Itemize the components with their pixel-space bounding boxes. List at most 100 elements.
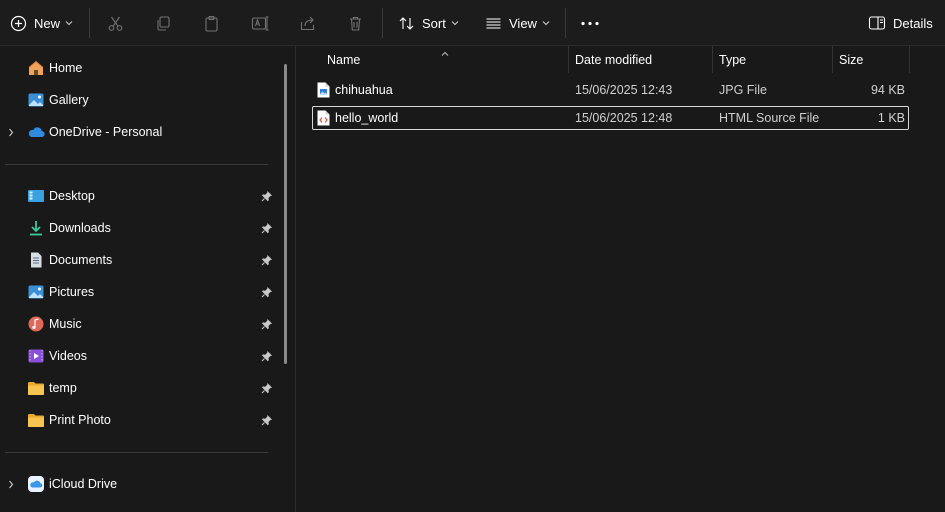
command-bar: New Sort View Details [0, 0, 945, 46]
share-button[interactable] [299, 7, 316, 39]
nav-item-label: Desktop [49, 189, 95, 203]
jpg-file-icon [317, 82, 330, 98]
delete-button[interactable] [347, 7, 364, 39]
file-list: Name Date modified Type Size chihuahua 1… [296, 46, 945, 512]
file-date-modified: 15/06/2025 12:48 [575, 111, 673, 125]
pin-icon[interactable] [261, 286, 273, 298]
nav-item-home[interactable]: Home [0, 52, 283, 84]
trash-icon [347, 15, 364, 32]
nav-item-pictures[interactable]: Pictures [0, 276, 283, 308]
nav-item-label: Print Photo [49, 413, 111, 427]
gallery-icon [27, 91, 45, 109]
column-header-label: Date modified [575, 52, 653, 67]
view-button[interactable]: View [485, 7, 550, 39]
column-header-size[interactable]: Size [839, 46, 863, 73]
chevron-down-icon [65, 20, 73, 26]
file-row-chihuahua[interactable]: chihuahua 15/06/2025 12:43 JPG File 94 K… [312, 78, 909, 102]
column-header-label: Type [719, 52, 747, 67]
pin-icon[interactable] [261, 190, 273, 202]
nav-item-label: iCloud Drive [49, 477, 118, 491]
more-horizontal-icon [580, 15, 600, 32]
nav-item-label: Documents [49, 253, 113, 267]
nav-item-icloud-drive[interactable]: iCloud Drive [0, 468, 283, 500]
rename-icon [251, 15, 269, 32]
sort-button-label: Sort [422, 15, 446, 31]
home-icon [27, 59, 45, 77]
column-header-date-modified[interactable]: Date modified [575, 46, 652, 73]
pin-icon[interactable] [261, 254, 273, 266]
nav-item-gallery[interactable]: Gallery [0, 84, 283, 116]
nav-item-print-photo[interactable]: Print Photo [0, 404, 283, 436]
file-size: 1 KB [877, 111, 905, 125]
column-header-label: Size [839, 52, 864, 67]
rename-button[interactable] [251, 7, 269, 39]
desktop-icon [27, 187, 45, 205]
column-separator[interactable] [712, 46, 713, 73]
pin-icon[interactable] [261, 222, 273, 234]
folder-icon [27, 411, 45, 429]
column-separator[interactable] [909, 46, 910, 73]
nav-item-label: Home [49, 61, 83, 75]
file-name: chihuahua [335, 83, 393, 97]
pin-icon[interactable] [261, 414, 273, 426]
videos-icon [27, 347, 45, 365]
copy-button[interactable] [155, 7, 172, 39]
music-icon [27, 315, 45, 333]
chevron-right-icon[interactable] [6, 116, 16, 148]
column-header-row: Name Date modified Type Size [296, 46, 945, 73]
nav-item-desktop[interactable]: Desktop [0, 180, 283, 212]
documents-icon [27, 251, 45, 269]
file-date-modified: 15/06/2025 12:43 [575, 83, 673, 97]
share-icon [299, 15, 316, 32]
toolbar-divider [382, 8, 383, 38]
details-pane-button[interactable]: Details [868, 7, 933, 39]
nav-divider [5, 452, 268, 453]
column-header-type[interactable]: Type [719, 46, 746, 73]
clipboard-icon [203, 15, 220, 32]
column-separator[interactable] [832, 46, 833, 73]
pin-icon[interactable] [261, 318, 273, 330]
nav-item-videos[interactable]: Videos [0, 340, 283, 372]
file-row-hello-world[interactable]: hello_world 15/06/2025 12:48 HTML Source… [312, 106, 909, 130]
icloud-icon [27, 475, 45, 493]
nav-item-documents[interactable]: Documents [0, 244, 283, 276]
sort-ascending-icon [440, 46, 450, 60]
nav-item-music[interactable]: Music [0, 308, 283, 340]
new-button[interactable]: New [10, 7, 73, 39]
navigation-pane: Home Gallery OneDrive - Personal Desktop [0, 46, 296, 512]
chevron-down-icon [451, 20, 459, 26]
pin-icon[interactable] [261, 382, 273, 394]
file-type: JPG File [719, 83, 767, 97]
folder-icon [27, 379, 45, 397]
sort-button[interactable]: Sort [398, 7, 459, 39]
nav-item-downloads[interactable]: Downloads [0, 212, 283, 244]
cut-button[interactable] [107, 7, 124, 39]
column-separator[interactable] [568, 46, 569, 73]
nav-item-temp[interactable]: temp [0, 372, 283, 404]
nav-item-label: OneDrive - Personal [49, 125, 163, 139]
nav-item-onedrive[interactable]: OneDrive - Personal [0, 116, 283, 148]
nav-scrollbar[interactable] [284, 64, 287, 364]
details-label: Details [893, 15, 933, 31]
file-size: 94 KB [870, 83, 905, 97]
chevron-down-icon [542, 20, 550, 26]
details-pane-icon [868, 15, 886, 31]
toolbar-divider [89, 8, 90, 38]
nav-item-label: temp [49, 381, 77, 395]
sort-arrows-icon [398, 15, 415, 32]
pin-icon[interactable] [261, 350, 273, 362]
new-button-label: New [34, 15, 61, 31]
copy-icon [155, 15, 172, 32]
nav-divider [5, 164, 268, 165]
toolbar-divider [565, 8, 566, 38]
nav-item-label: Music [49, 317, 82, 331]
chevron-right-icon[interactable] [6, 468, 16, 500]
plus-circle-icon [10, 15, 27, 32]
more-options-button[interactable] [580, 7, 600, 39]
nav-item-label: Pictures [49, 285, 95, 299]
paste-button[interactable] [203, 7, 220, 39]
downloads-icon [27, 219, 45, 237]
pictures-icon [27, 283, 45, 301]
onedrive-icon [27, 123, 45, 141]
column-header-name[interactable]: Name [327, 46, 360, 73]
